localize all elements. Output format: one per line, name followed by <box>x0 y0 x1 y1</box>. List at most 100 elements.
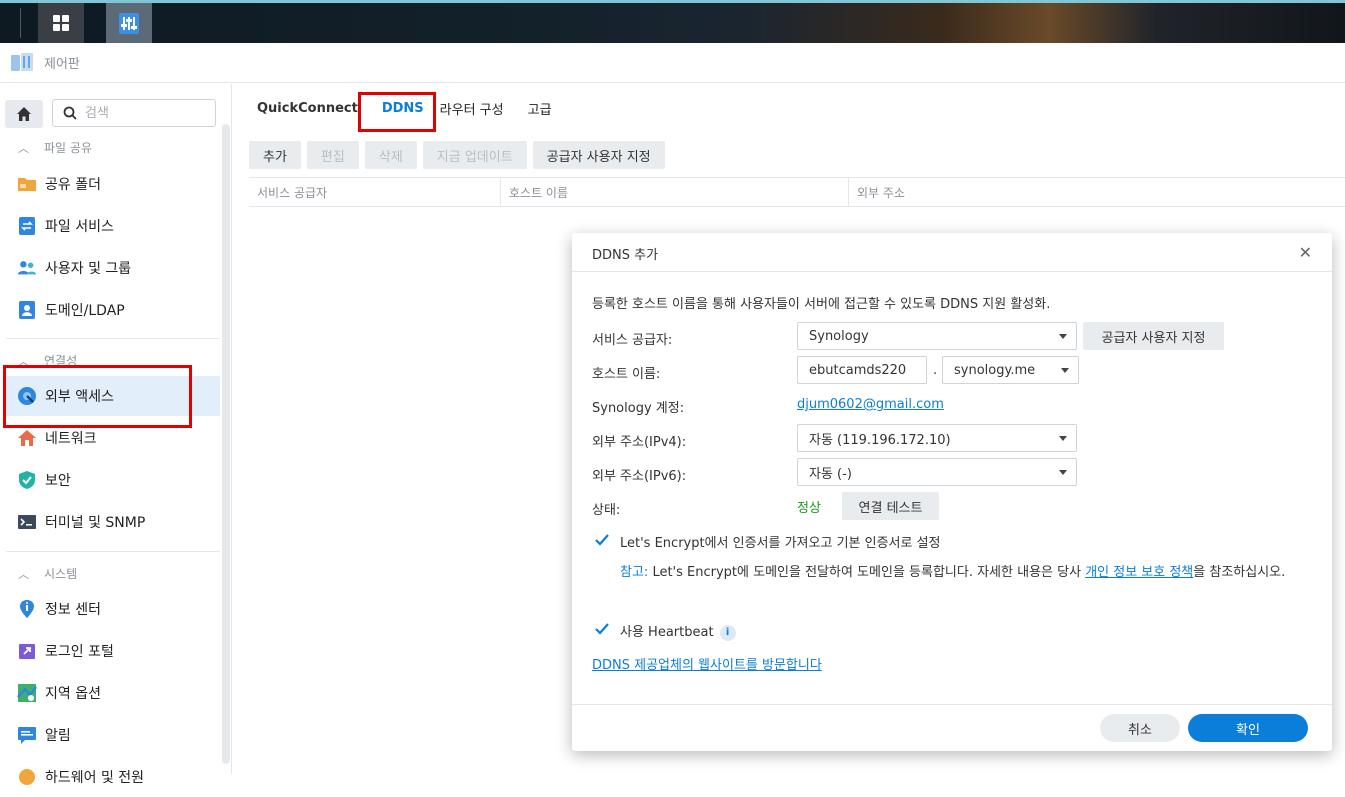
sidebar-item-label: 파일 서비스 <box>45 219 114 235</box>
tab-advanced[interactable]: 고급 <box>516 84 564 132</box>
ipv4-value: 자동 (119.196.172.10) <box>809 432 951 448</box>
privacy-policy-link[interactable]: 개인 정보 보호 정책 <box>1085 565 1193 580</box>
checkmark-icon <box>595 534 609 546</box>
sidebar-item-shared-folder[interactable]: 공유 폴더 <box>6 164 220 204</box>
hostname-label: 호스트 이름: <box>592 367 661 382</box>
map-icon <box>17 683 37 703</box>
search-icon <box>63 106 77 120</box>
sidebar-item-users-groups[interactable]: 사용자 및 그룹 <box>6 248 220 288</box>
section-file-sharing[interactable]: ︿ 파일 공유 <box>18 139 92 156</box>
note-suffix: 을 참조하십시오. <box>1193 565 1286 580</box>
control-panel-taskbar-button[interactable] <box>106 3 152 43</box>
service-provider-select[interactable]: Synology <box>797 322 1077 350</box>
control-panel-icon <box>119 13 139 34</box>
sidebar-item-notifications[interactable]: 알림 <box>6 715 220 755</box>
sidebar-item-label: 터미널 및 SNMP <box>45 515 146 531</box>
home-button[interactable] <box>5 100 43 128</box>
ipv6-label: 외부 주소(IPv6): <box>592 469 687 484</box>
custom-provider-button[interactable]: 공급자 사용자 지정 <box>532 141 665 169</box>
taskbar-accent-strip <box>0 0 1345 3</box>
domain-value: synology.me <box>954 362 1036 378</box>
letsencrypt-checkbox[interactable] <box>594 532 610 548</box>
taskbar-separator <box>20 8 21 38</box>
ddns-table-header: 서비스 공급자 호스트 이름 외부 주소 <box>249 177 1345 207</box>
shield-icon <box>17 470 37 490</box>
sidebar-item-info-center[interactable]: 정보 센터 <box>6 589 220 629</box>
domain-select[interactable]: synology.me <box>942 356 1079 384</box>
letsencrypt-note: 참고: Let's Encrypt에 도메인을 전달하여 도메인을 등록합니다.… <box>620 563 1310 582</box>
search-input[interactable] <box>85 105 205 121</box>
ipv4-label: 외부 주소(IPv4): <box>592 435 687 450</box>
tab-router-config[interactable]: 라우터 구성 <box>436 84 516 132</box>
toolbar: 추가 편집 삭제 지금 업데이트 공급자 사용자 지정 <box>249 141 665 169</box>
sidebar-item-label: 사용자 및 그룹 <box>45 261 132 277</box>
test-connection-button[interactable]: 연결 테스트 <box>842 492 939 520</box>
info-icon[interactable]: i <box>719 624 736 641</box>
account-link[interactable]: djum0602@gmail.com <box>797 397 944 412</box>
hostname-input[interactable]: ebutcamds220 <box>797 356 927 384</box>
sidebar-divider <box>6 551 220 552</box>
sidebar-item-terminal-snmp[interactable]: 터미널 및 SNMP <box>6 502 220 542</box>
control-panel-icon <box>11 52 33 71</box>
message-icon <box>17 725 37 745</box>
tab-quickconnect[interactable]: QuickConnect <box>233 84 370 132</box>
dialog-custom-provider-button[interactable]: 공급자 사용자 지정 <box>1083 322 1224 350</box>
sidebar-scrollbar[interactable] <box>222 124 230 764</box>
sidebar-item-hardware-power[interactable]: 하드웨어 및 전원 <box>6 757 220 797</box>
letsencrypt-label: Let's Encrypt에서 인증서를 가져오고 기본 인증서로 설정 <box>620 536 941 551</box>
highlight-external-access <box>3 365 192 428</box>
highlight-ddns-tab <box>358 92 436 132</box>
section-label: 파일 공유 <box>44 141 92 155</box>
heartbeat-checkbox[interactable] <box>594 621 610 637</box>
edit-button[interactable]: 편집 <box>306 141 359 169</box>
add-button[interactable]: 추가 <box>249 141 301 169</box>
ipv4-select[interactable]: 자동 (119.196.172.10) <box>797 424 1077 452</box>
delete-button[interactable]: 삭제 <box>364 141 417 169</box>
sidebar-item-label: 정보 센터 <box>45 602 101 618</box>
section-label: 시스템 <box>44 567 78 581</box>
sidebar-item-file-services[interactable]: 파일 서비스 <box>6 206 220 246</box>
close-icon[interactable]: ✕ <box>1299 243 1312 262</box>
sidebar-item-security[interactable]: 보안 <box>6 460 220 500</box>
visit-provider-link[interactable]: DDNS 제공업체의 웹사이트를 방문합니다 <box>592 654 822 673</box>
window-titlebar: 제어판 <box>0 43 1345 83</box>
sidebar-item-label: 로그인 포털 <box>45 644 114 660</box>
checkmark-icon <box>595 623 609 635</box>
dropdown-caret-icon <box>1061 368 1069 373</box>
sidebar-item-domain-ldap[interactable]: 도메인/LDAP <box>6 290 220 330</box>
column-service-provider[interactable]: 서비스 공급자 <box>249 178 501 206</box>
dialog-description: 등록한 호스트 이름을 통해 사용자들이 서버에 접근할 수 있도록 DDNS … <box>592 297 1051 312</box>
directory-icon <box>17 300 37 320</box>
sidebar-item-label: 보안 <box>45 473 71 489</box>
heartbeat-label: 사용 Heartbeat <box>620 625 714 640</box>
dropdown-caret-icon <box>1059 334 1067 339</box>
ok-button[interactable]: 확인 <box>1188 714 1308 742</box>
sidebar-item-label: 네트워크 <box>45 431 97 447</box>
update-now-button[interactable]: 지금 업데이트 <box>422 141 527 169</box>
hardware-icon <box>17 767 37 787</box>
sidebar-item-label: 알림 <box>45 728 71 744</box>
terminal-icon <box>17 512 37 532</box>
desktop-taskbar <box>0 0 1345 43</box>
sidebar-item-login-portal[interactable]: 로그인 포털 <box>6 631 220 671</box>
column-external-address[interactable]: 외부 주소 <box>849 178 1345 206</box>
cancel-button[interactable]: 취소 <box>1100 714 1180 742</box>
status-label: 상태: <box>592 503 621 518</box>
main-menu-button[interactable] <box>38 3 84 43</box>
sidebar-item-regional-options[interactable]: 지역 옵션 <box>6 673 220 713</box>
column-hostname[interactable]: 호스트 이름 <box>501 178 849 206</box>
note-text: Let's Encrypt에 도메인을 전달하여 도메인을 등록합니다. 자세한… <box>648 565 1086 580</box>
sidebar: ︿ 파일 공유 공유 폴더 파일 서비스 사용자 및 그룹 도메인/LDAP ︿… <box>0 84 232 786</box>
search-field[interactable] <box>52 99 216 127</box>
section-system[interactable]: ︿ 시스템 <box>18 565 77 582</box>
sidebar-item-label: 지역 옵션 <box>45 686 101 702</box>
home-icon <box>17 107 31 121</box>
dropdown-caret-icon <box>1059 436 1067 441</box>
users-icon <box>17 258 37 278</box>
sidebar-item-label: 도메인/LDAP <box>45 303 125 319</box>
sidebar-divider <box>6 338 220 339</box>
ipv6-select[interactable]: 자동 (-) <box>797 458 1077 486</box>
network-home-icon <box>17 428 37 448</box>
ipv6-value: 자동 (-) <box>809 466 852 482</box>
chevron-up-icon: ︿ <box>18 141 29 155</box>
